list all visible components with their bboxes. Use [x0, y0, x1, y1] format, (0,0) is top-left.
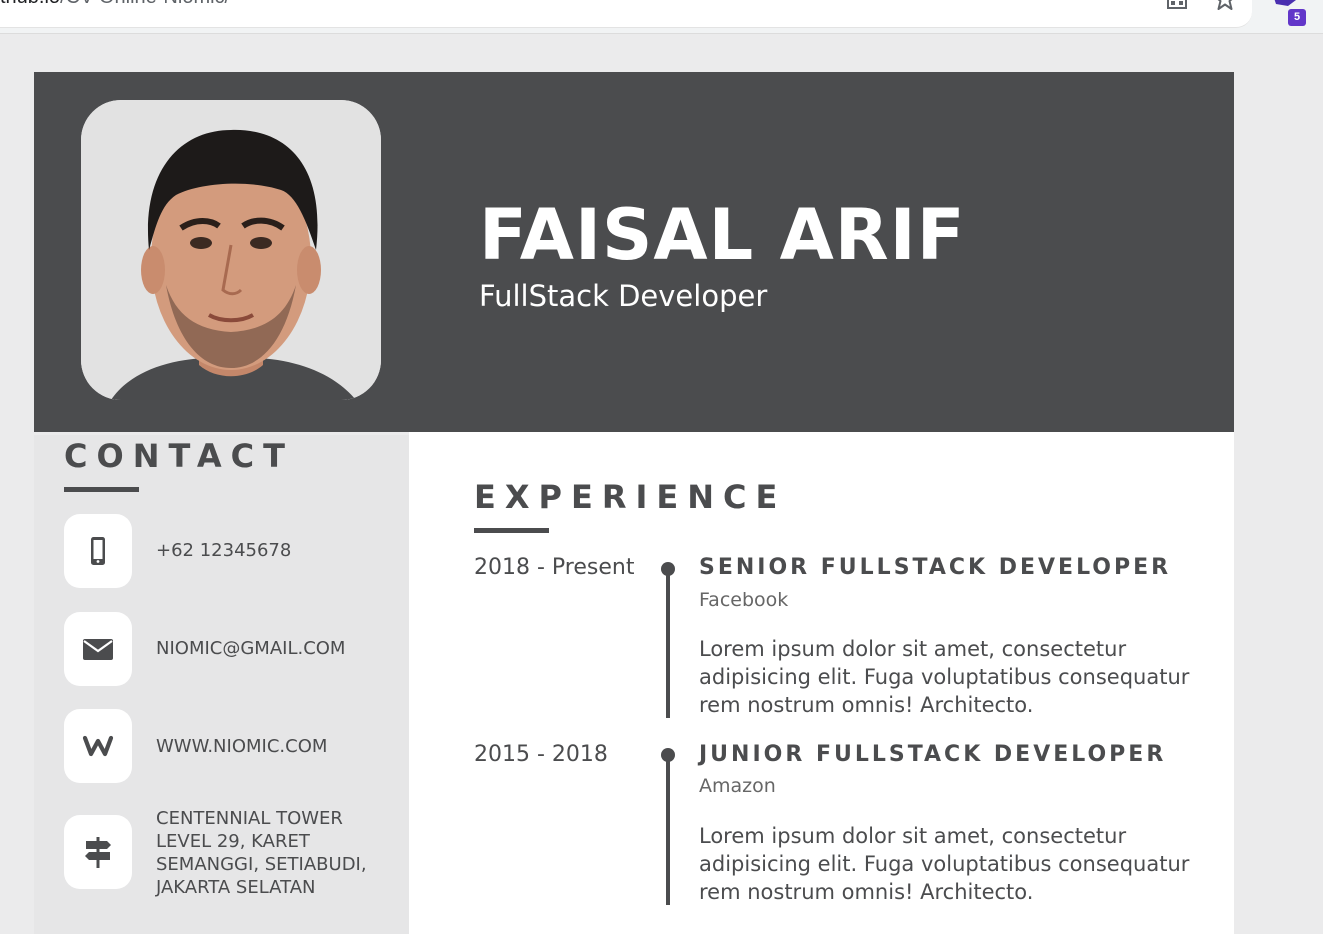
- experience-company: Facebook: [699, 589, 789, 611]
- timeline-line: [666, 754, 670, 905]
- url-host: thub.io: [0, 0, 60, 8]
- apps-grid-icon[interactable]: [1166, 0, 1188, 14]
- phone-text[interactable]: +62 12345678: [156, 539, 291, 562]
- experience-underline: [474, 528, 549, 533]
- address-icon-box: [64, 815, 132, 889]
- experience-period: 2018 - Present: [474, 555, 635, 580]
- experience-period: 2015 - 2018: [474, 742, 608, 767]
- profile-role: FullStack Developer: [479, 279, 768, 313]
- address-line: CENTENNIAL TOWER: [156, 808, 343, 829]
- experience-job-title: SENIOR FULLSTACK DEVELOPER: [699, 555, 1172, 580]
- address-line: SEMANGGI, SETIABUDI,: [156, 854, 367, 875]
- email-icon-box: [64, 612, 132, 686]
- profile-photo: [81, 100, 381, 400]
- cv-header: FAISAL ARIF FullStack Developer: [34, 72, 1234, 432]
- url-path: /CV-Online-Niomic/: [60, 0, 230, 8]
- contact-underline: [64, 487, 139, 492]
- timeline-line: [666, 568, 670, 718]
- url-text[interactable]: thub.io/CV-Online-Niomic/: [0, 0, 230, 9]
- address-line: LEVEL 29, KARET: [156, 831, 310, 852]
- experience-company: Amazon: [699, 775, 776, 797]
- bookmark-star-icon[interactable]: [1213, 0, 1237, 14]
- browser-toolbar: thub.io/CV-Online-Niomic/ 5: [0, 0, 1323, 33]
- address-line: JAKARTA SELATAN: [156, 877, 316, 898]
- phone-icon-box: [64, 514, 132, 588]
- website-icon-box: [64, 709, 132, 783]
- email-text[interactable]: NIOMIC@GMAIL.COM: [156, 637, 345, 660]
- website-text[interactable]: WWW.NIOMIC.COM: [156, 735, 327, 758]
- address-text: CENTENNIAL TOWER LEVEL 29, KARET SEMANGG…: [156, 807, 367, 899]
- contact-title: CONTACT: [64, 437, 294, 475]
- toolbar-divider: [0, 33, 1323, 34]
- experience-title: EXPERIENCE: [474, 478, 787, 516]
- experience-description: Lorem ipsum dolor sit amet, consectetur …: [699, 637, 1190, 717]
- experience-section: EXPERIENCE 2018 - Present SENIOR FULLSTA…: [409, 432, 1234, 934]
- experience-description: Lorem ipsum dolor sit amet, consectetur …: [699, 824, 1190, 904]
- profile-name: FAISAL ARIF: [479, 194, 966, 276]
- contact-sidebar: CONTACT +62 12345678 NIOMIC@GMAIL.COM WW…: [34, 435, 409, 934]
- experience-job-title: JUNIOR FULLSTACK DEVELOPER: [699, 742, 1167, 767]
- extension-badge: 5: [1288, 9, 1306, 26]
- address-bar[interactable]: thub.io/CV-Online-Niomic/: [0, 0, 1252, 28]
